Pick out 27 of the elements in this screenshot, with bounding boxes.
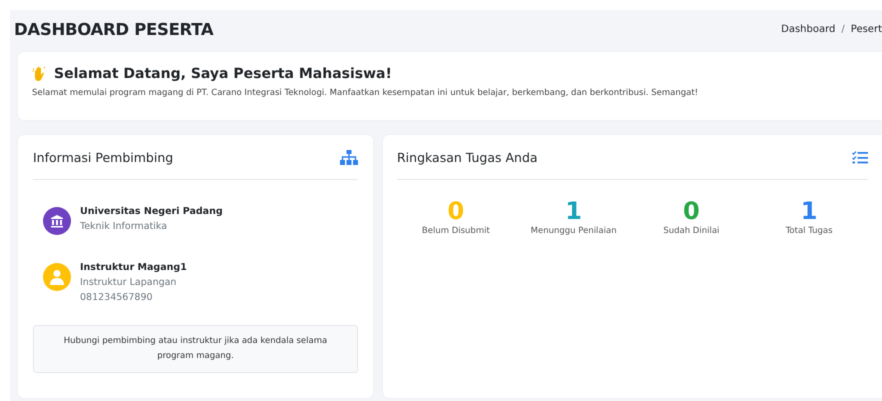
stat-value: 1	[800, 197, 818, 225]
contact-detail: 081234567890	[80, 291, 154, 305]
checklist-icon	[852, 150, 868, 164]
stat-value: 0	[683, 197, 700, 225]
info-note: Hubungi pembimbing atau instruktur jika ada kendala selama program magang.	[33, 325, 358, 373]
contact-detail: Instruktur Lapangan	[80, 276, 178, 290]
card-title: Informasi Pembimbing	[33, 150, 174, 164]
breadcrumb-current: Pesert	[850, 24, 882, 34]
breadcrumb-separator: /	[841, 24, 845, 34]
stat-label: Total Tugas	[786, 226, 833, 236]
hierarchy-icon	[340, 150, 358, 164]
stat-label: Sudah Dinilai	[663, 226, 720, 236]
stat-value: 1	[565, 197, 582, 225]
breadcrumb-link[interactable]: Dashboard	[781, 24, 836, 34]
stat-label: Belum Disubmit	[422, 226, 490, 236]
contact-name: Universitas Negeri Padang	[80, 205, 223, 219]
contact-name: Instruktur Magang1	[80, 261, 187, 275]
page-title: DASHBOARD PESERTA	[14, 20, 214, 38]
person-icon	[50, 269, 64, 285]
card-title: Ringkasan Tugas Anda	[397, 150, 538, 164]
waving-hand-icon	[32, 66, 48, 82]
bank-icon	[50, 214, 64, 228]
welcome-title: Selamat Datang, Saya Peserta Mahasiswa!	[54, 66, 392, 82]
stat-value: 0	[448, 197, 464, 225]
stat-label: Menunggu Penilaian	[530, 226, 617, 236]
contact-detail: Teknik Informatika	[80, 220, 168, 234]
welcome-message: Selamat memulai program magang di PT. Carano Integrasi Teknologi. Manfaatkan kesempatan ini untuk belajar, berkembang, dan berkontribusi. Semangat!	[32, 88, 700, 98]
